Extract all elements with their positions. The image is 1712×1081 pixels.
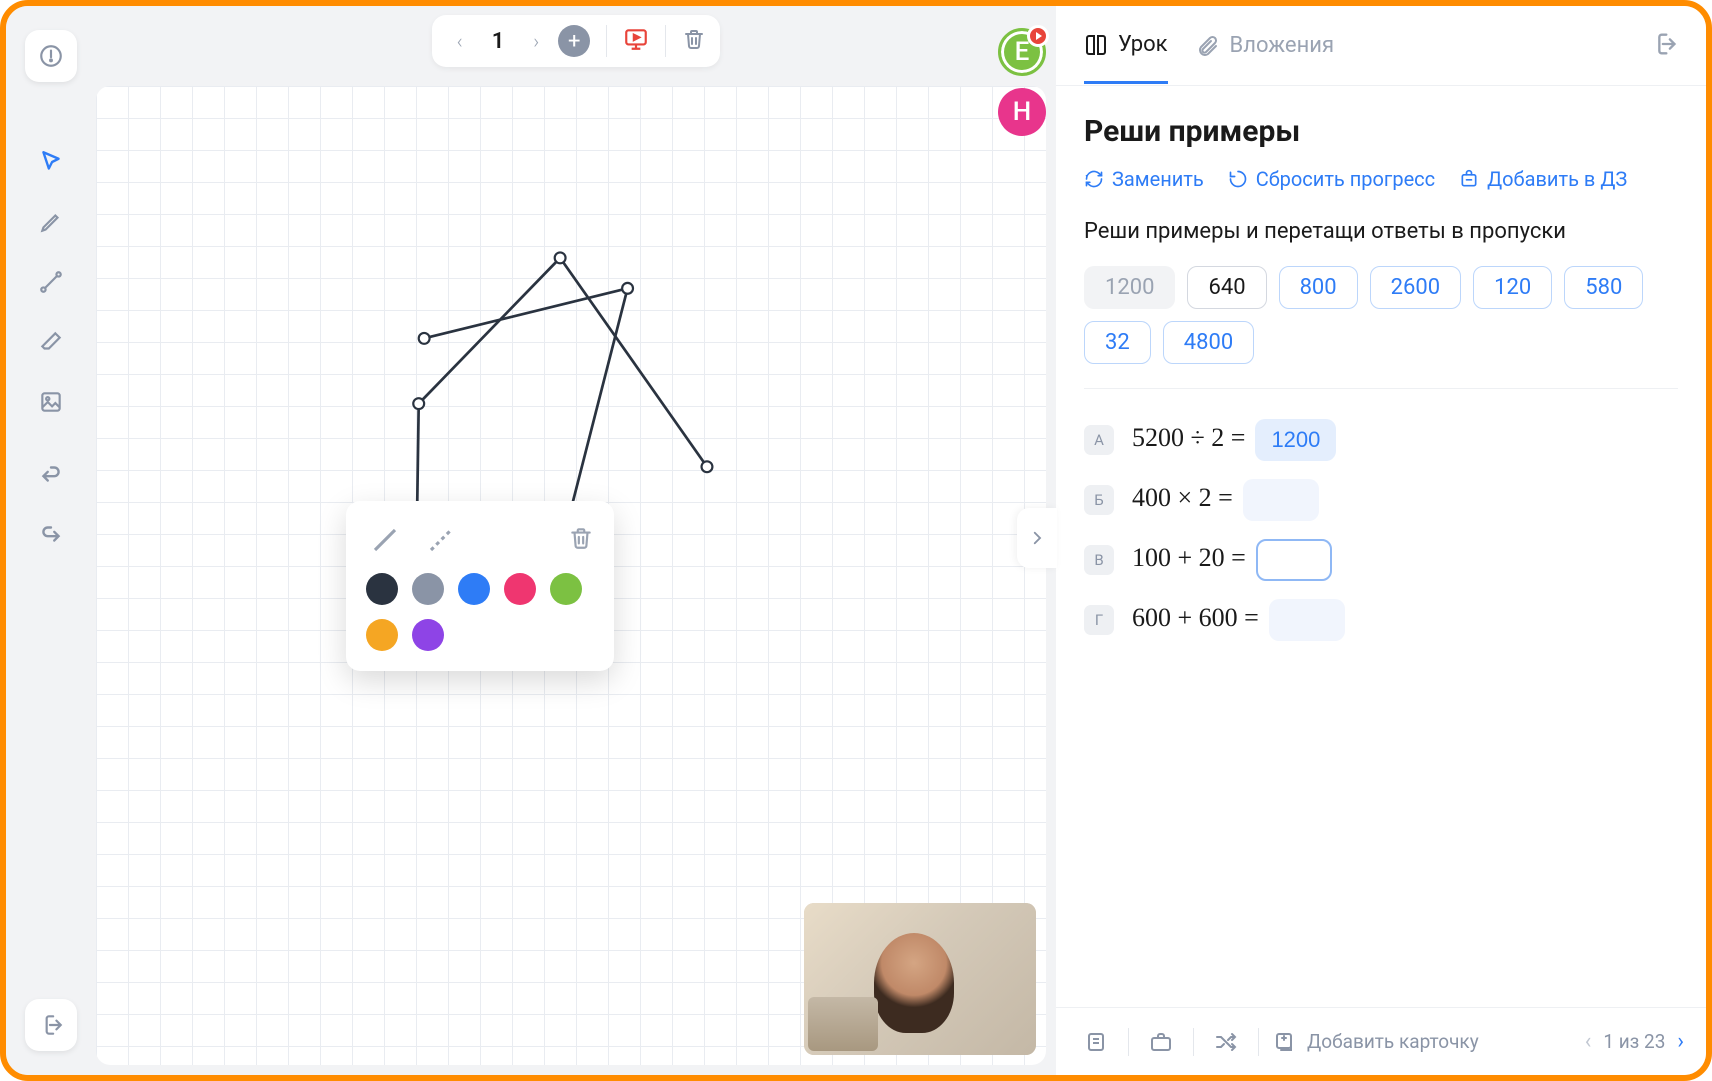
- problem-label: Г: [1084, 605, 1114, 635]
- palette-delete-button[interactable]: [568, 525, 594, 555]
- problem-expression: 5200 ÷ 2 =1200: [1132, 419, 1336, 461]
- left-toolbar: [6, 6, 96, 1075]
- add-hw-label: Добавить в ДЗ: [1487, 167, 1627, 191]
- shape-palette: [346, 501, 614, 671]
- line-tool[interactable]: [25, 256, 77, 308]
- replace-button[interactable]: Заменить: [1084, 167, 1204, 191]
- video-pip: [808, 997, 878, 1051]
- chat-button[interactable]: [25, 30, 77, 82]
- tab-attachments[interactable]: Вложения: [1196, 9, 1335, 82]
- delete-page-button[interactable]: [682, 27, 706, 55]
- pagination-text: 1 из 23: [1603, 1030, 1665, 1053]
- eraser-tool[interactable]: [25, 316, 77, 368]
- logout-button[interactable]: [25, 999, 77, 1051]
- undo-button[interactable]: [25, 448, 77, 500]
- problem-row: Б 400 × 2 =: [1084, 479, 1678, 521]
- whiteboard[interactable]: [96, 86, 1046, 1065]
- pencil-tool[interactable]: [25, 196, 77, 248]
- answer-slot[interactable]: [1269, 599, 1345, 641]
- problem-expression: 100 + 20 =: [1132, 539, 1332, 581]
- answer-slot[interactable]: [1256, 539, 1332, 581]
- problems-list: А 5200 ÷ 2 =1200 Б 400 × 2 = В 100 + 20 = Г 600…: [1084, 419, 1678, 641]
- answer-chip[interactable]: 32: [1084, 321, 1151, 364]
- canvas-area: ‹ 1 › +: [96, 6, 1056, 1075]
- color-swatch-0[interactable]: [366, 573, 398, 605]
- add-card-button[interactable]: Добавить карточку: [1273, 1030, 1479, 1054]
- add-card-label: Добавить карточку: [1307, 1030, 1479, 1053]
- answer-chip[interactable]: 580: [1564, 266, 1643, 309]
- shuffle-button[interactable]: [1208, 1024, 1244, 1060]
- tab-lesson-label: Урок: [1118, 32, 1168, 57]
- avatar-initial: E: [1015, 37, 1030, 67]
- image-tool[interactable]: [25, 376, 77, 428]
- replace-label: Заменить: [1112, 167, 1204, 191]
- task-description: Реши примеры и перетащи ответы в пропуск…: [1084, 219, 1678, 244]
- answer-chip[interactable]: 800: [1279, 266, 1358, 309]
- answer-slot[interactable]: [1243, 479, 1319, 521]
- answer-chip[interactable]: 2600: [1370, 266, 1461, 309]
- tab-lesson[interactable]: Урок: [1084, 8, 1168, 84]
- recording-indicator-icon: [1027, 25, 1049, 47]
- problem-label: В: [1084, 545, 1114, 575]
- panel-body: Реши примеры Заменить Сбросить прогресс …: [1056, 86, 1706, 1007]
- color-swatch-2[interactable]: [458, 573, 490, 605]
- add-to-homework-button[interactable]: Добавить в ДЗ: [1459, 167, 1627, 191]
- problem-expression: 600 + 600 =: [1132, 599, 1345, 641]
- top-controls: ‹ 1 › +: [96, 6, 1056, 76]
- task-title: Реши примеры: [1084, 114, 1678, 149]
- color-swatch-4[interactable]: [550, 573, 582, 605]
- color-swatch-3[interactable]: [504, 573, 536, 605]
- problem-label: Б: [1084, 485, 1114, 515]
- collapse-panel-button[interactable]: [1017, 508, 1057, 568]
- answer-chip[interactable]: 120: [1473, 266, 1552, 309]
- panel-exit-button[interactable]: [1650, 30, 1678, 62]
- problem-row: В 100 + 20 =: [1084, 539, 1678, 581]
- answer-chip[interactable]: 1200: [1084, 266, 1175, 309]
- page-number: 1: [482, 29, 515, 54]
- answer-chip[interactable]: 640: [1187, 266, 1266, 309]
- avatar-teacher[interactable]: E: [998, 28, 1046, 76]
- slideshow-button[interactable]: [623, 26, 649, 56]
- prev-page-button[interactable]: ‹: [446, 27, 474, 55]
- redo-button[interactable]: [25, 508, 77, 560]
- prev-card-button[interactable]: ‹: [1585, 1029, 1592, 1054]
- participant-avatars: E Н: [998, 28, 1046, 136]
- page-navigator: ‹ 1 › +: [432, 15, 721, 67]
- next-card-button[interactable]: ›: [1677, 1029, 1684, 1054]
- answer-slot[interactable]: 1200: [1255, 419, 1336, 461]
- reset-label: Сбросить прогресс: [1256, 167, 1435, 191]
- line-solid-button[interactable]: [366, 521, 404, 559]
- panel-tabs: Урок Вложения: [1056, 6, 1706, 86]
- problem-row: А 5200 ÷ 2 =1200: [1084, 419, 1678, 461]
- line-dashed-button[interactable]: [422, 521, 460, 559]
- answer-chips: 1200 640 800 2600 120 580 32 4800: [1084, 266, 1678, 389]
- reset-progress-button[interactable]: Сбросить прогресс: [1228, 167, 1435, 191]
- answer-chip[interactable]: 4800: [1163, 321, 1254, 364]
- add-page-button[interactable]: +: [558, 25, 590, 57]
- problem-expression: 400 × 2 =: [1132, 479, 1319, 521]
- avatar-initial: Н: [1013, 97, 1031, 127]
- next-page-button[interactable]: ›: [522, 27, 550, 55]
- notes-button[interactable]: [1078, 1024, 1114, 1060]
- task-actions: Заменить Сбросить прогресс Добавить в ДЗ: [1084, 167, 1678, 191]
- problem-label: А: [1084, 425, 1114, 455]
- right-panel: Урок Вложения Реши примеры Заменить Сбро…: [1056, 6, 1706, 1075]
- panel-footer: Добавить карточку ‹ 1 из 23 ›: [1056, 1007, 1706, 1075]
- select-tool[interactable]: [25, 136, 77, 188]
- problem-row: Г 600 + 600 =: [1084, 599, 1678, 641]
- video-thumbnail[interactable]: [804, 903, 1036, 1055]
- briefcase-button[interactable]: [1143, 1024, 1179, 1060]
- color-swatch-1[interactable]: [412, 573, 444, 605]
- avatar-student[interactable]: Н: [998, 88, 1046, 136]
- palette-colors: [366, 573, 594, 651]
- color-swatch-6[interactable]: [412, 619, 444, 651]
- tab-attachments-label: Вложения: [1230, 33, 1335, 58]
- footer-pagination: ‹ 1 из 23 ›: [1585, 1029, 1684, 1054]
- color-swatch-5[interactable]: [366, 619, 398, 651]
